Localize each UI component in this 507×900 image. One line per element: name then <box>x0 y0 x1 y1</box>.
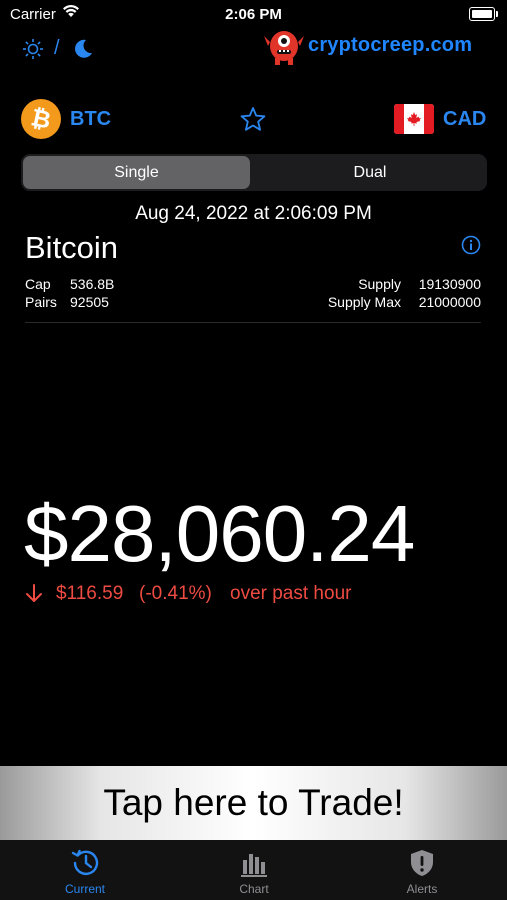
current-price: $28,060.24 <box>24 489 415 578</box>
status-bar: Carrier 2:06 PM <box>0 0 507 30</box>
favorite-star-icon[interactable] <box>240 106 266 137</box>
tab-current[interactable]: Current <box>35 848 135 896</box>
arrow-down-icon <box>24 582 44 609</box>
pairs-label: Pairs <box>25 294 57 310</box>
canada-flag-icon[interactable] <box>394 104 434 134</box>
segment-single[interactable]: Single <box>23 156 250 189</box>
cap-value: 536.8B <box>70 276 115 292</box>
supply-value: 19130900 <box>418 276 481 292</box>
site-logo-text[interactable]: cryptocreep.com <box>308 34 472 57</box>
tab-chart-label: Chart <box>239 882 269 896</box>
price-change-percent: (-0.41%) <box>139 583 212 604</box>
clock-history-icon <box>71 849 99 876</box>
mascot-logo-icon[interactable] <box>262 26 306 71</box>
theme-separator: / <box>54 37 60 59</box>
battery-icon <box>469 7 498 21</box>
price-change-amount: $116.59 <box>56 583 124 604</box>
clock-label: 2:06 PM <box>225 6 282 23</box>
info-icon[interactable] <box>461 235 481 260</box>
supply-max-value: 21000000 <box>418 294 481 310</box>
price-timestamp: Aug 24, 2022 at 2:06:09 PM <box>135 203 372 224</box>
divider <box>25 322 481 323</box>
tab-chart[interactable]: Chart <box>204 848 304 896</box>
tab-alerts-label: Alerts <box>406 882 438 896</box>
segment-dual[interactable]: Dual <box>255 156 485 189</box>
tab-current-label: Current <box>64 882 105 896</box>
price-change-period: over past hour <box>230 583 352 604</box>
shield-alert-icon <box>411 850 433 876</box>
sun-icon[interactable] <box>22 38 44 65</box>
supply-label: Supply <box>358 276 401 292</box>
svg-text:₿: ₿ <box>29 103 54 134</box>
moon-icon[interactable] <box>72 38 94 65</box>
bitcoin-icon[interactable]: ₿ <box>21 99 61 139</box>
pairs-value: 92505 <box>70 294 109 310</box>
trade-banner-button[interactable]: Tap here to Trade! <box>0 766 507 840</box>
bar-chart-icon <box>241 854 267 877</box>
coin-code-button[interactable]: BTC <box>70 108 111 131</box>
supply-max-label: Supply Max <box>327 294 401 310</box>
tab-alerts[interactable]: Alerts <box>372 848 472 896</box>
cap-label: Cap <box>25 276 51 292</box>
fiat-code-button[interactable]: CAD <box>443 108 486 131</box>
coin-name-title: Bitcoin <box>25 230 119 265</box>
